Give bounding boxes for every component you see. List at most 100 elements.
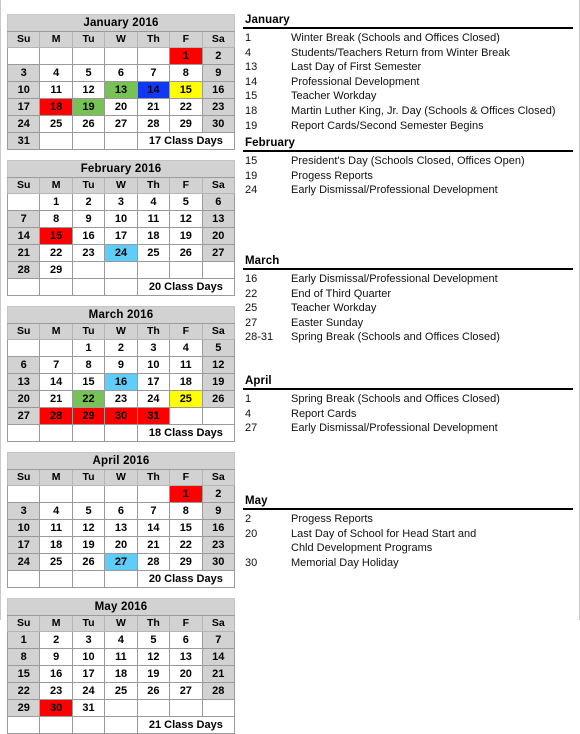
day-cell[interactable]: 9: [39, 648, 73, 666]
day-cell[interactable]: 11: [169, 356, 203, 374]
day-cell[interactable]: 11: [104, 648, 138, 666]
day-cell[interactable]: 23: [201, 98, 236, 116]
day-cell[interactable]: 8: [39, 210, 73, 228]
day-cell[interactable]: 1: [71, 339, 106, 357]
day-cell[interactable]: 9: [104, 356, 138, 374]
day-cell[interactable]: 2: [71, 193, 106, 211]
day-cell[interactable]: 30: [201, 553, 236, 571]
day-cell[interactable]: 21: [136, 98, 171, 116]
day-cell[interactable]: 14: [201, 648, 236, 666]
day-cell[interactable]: 16: [39, 665, 73, 683]
day-cell[interactable]: 30: [201, 115, 236, 133]
day-cell[interactable]: 4: [39, 64, 73, 82]
day-cell[interactable]: 2: [39, 631, 73, 649]
day-cell[interactable]: 19: [71, 98, 106, 116]
day-cell[interactable]: 3: [104, 193, 138, 211]
day-cell[interactable]: 23: [104, 390, 138, 408]
day-cell[interactable]: 7: [6, 210, 41, 228]
day-cell[interactable]: 19: [201, 373, 236, 391]
day-cell[interactable]: 6: [6, 356, 41, 374]
day-cell[interactable]: 11: [136, 210, 171, 228]
day-cell[interactable]: 16: [201, 81, 236, 99]
day-cell[interactable]: 28: [6, 261, 41, 279]
day-cell[interactable]: 10: [71, 648, 106, 666]
day-cell[interactable]: 13: [169, 648, 203, 666]
day-cell[interactable]: 14: [39, 373, 73, 391]
day-cell[interactable]: 1: [6, 631, 41, 649]
day-cell[interactable]: 31: [71, 699, 106, 717]
day-cell[interactable]: 18: [39, 536, 73, 554]
day-cell[interactable]: 5: [201, 339, 236, 357]
day-cell[interactable]: 24: [136, 390, 171, 408]
day-cell[interactable]: 21: [201, 665, 236, 683]
day-cell[interactable]: 2: [201, 47, 236, 65]
day-cell[interactable]: 1: [169, 47, 203, 65]
day-cell[interactable]: 18: [39, 98, 73, 116]
day-cell[interactable]: 17: [104, 227, 138, 245]
day-cell[interactable]: 20: [104, 536, 138, 554]
day-cell[interactable]: 1: [39, 193, 73, 211]
day-cell[interactable]: 17: [71, 665, 106, 683]
day-cell[interactable]: 27: [169, 682, 203, 700]
day-cell[interactable]: 7: [136, 502, 171, 520]
day-cell[interactable]: 3: [136, 339, 171, 357]
day-cell[interactable]: 22: [39, 244, 73, 262]
day-cell[interactable]: 13: [6, 373, 41, 391]
day-cell[interactable]: 25: [104, 682, 138, 700]
day-cell[interactable]: 4: [104, 631, 138, 649]
day-cell[interactable]: 15: [39, 227, 73, 245]
day-cell[interactable]: 20: [104, 98, 138, 116]
day-cell[interactable]: 30: [104, 407, 138, 425]
day-cell[interactable]: 11: [39, 81, 73, 99]
day-cell[interactable]: 25: [169, 390, 203, 408]
day-cell[interactable]: 12: [136, 648, 171, 666]
day-cell[interactable]: 27: [104, 115, 138, 133]
day-cell[interactable]: 13: [201, 210, 236, 228]
day-cell[interactable]: 23: [39, 682, 73, 700]
day-cell[interactable]: 27: [6, 407, 41, 425]
day-cell[interactable]: 8: [6, 648, 41, 666]
day-cell[interactable]: 16: [71, 227, 106, 245]
day-cell[interactable]: 13: [104, 81, 138, 99]
day-cell[interactable]: 12: [71, 81, 106, 99]
day-cell[interactable]: 21: [6, 244, 41, 262]
day-cell[interactable]: 29: [6, 699, 41, 717]
day-cell[interactable]: 3: [6, 64, 41, 82]
day-cell[interactable]: 17: [6, 536, 41, 554]
day-cell[interactable]: 24: [6, 115, 41, 133]
day-cell[interactable]: 5: [169, 193, 203, 211]
day-cell[interactable]: 30: [39, 699, 73, 717]
day-cell[interactable]: 29: [39, 261, 73, 279]
day-cell[interactable]: 22: [6, 682, 41, 700]
day-cell[interactable]: 9: [71, 210, 106, 228]
day-cell[interactable]: 2: [104, 339, 138, 357]
day-cell[interactable]: 3: [71, 631, 106, 649]
day-cell[interactable]: 29: [169, 553, 203, 571]
day-cell[interactable]: 18: [104, 665, 138, 683]
day-cell[interactable]: 22: [169, 98, 203, 116]
day-cell[interactable]: 31: [136, 407, 171, 425]
day-cell[interactable]: 8: [169, 64, 203, 82]
day-cell[interactable]: 17: [136, 373, 171, 391]
day-cell[interactable]: 22: [71, 390, 106, 408]
day-cell[interactable]: 6: [104, 502, 138, 520]
day-cell[interactable]: 28: [201, 682, 236, 700]
day-cell[interactable]: 27: [201, 244, 236, 262]
day-cell[interactable]: 16: [201, 519, 236, 537]
day-cell[interactable]: 21: [39, 390, 73, 408]
day-cell[interactable]: 25: [39, 115, 73, 133]
day-cell[interactable]: 10: [104, 210, 138, 228]
day-cell[interactable]: 14: [136, 519, 171, 537]
day-cell[interactable]: 15: [6, 665, 41, 683]
day-cell[interactable]: 5: [136, 631, 171, 649]
day-cell[interactable]: 7: [39, 356, 73, 374]
day-cell[interactable]: 24: [6, 553, 41, 571]
day-cell[interactable]: 23: [201, 536, 236, 554]
day-cell[interactable]: 15: [169, 519, 203, 537]
day-cell[interactable]: 24: [71, 682, 106, 700]
day-cell[interactable]: 9: [201, 502, 236, 520]
day-cell[interactable]: 4: [39, 502, 73, 520]
day-cell[interactable]: 16: [104, 373, 138, 391]
day-cell[interactable]: 10: [6, 519, 41, 537]
day-cell[interactable]: 13: [104, 519, 138, 537]
